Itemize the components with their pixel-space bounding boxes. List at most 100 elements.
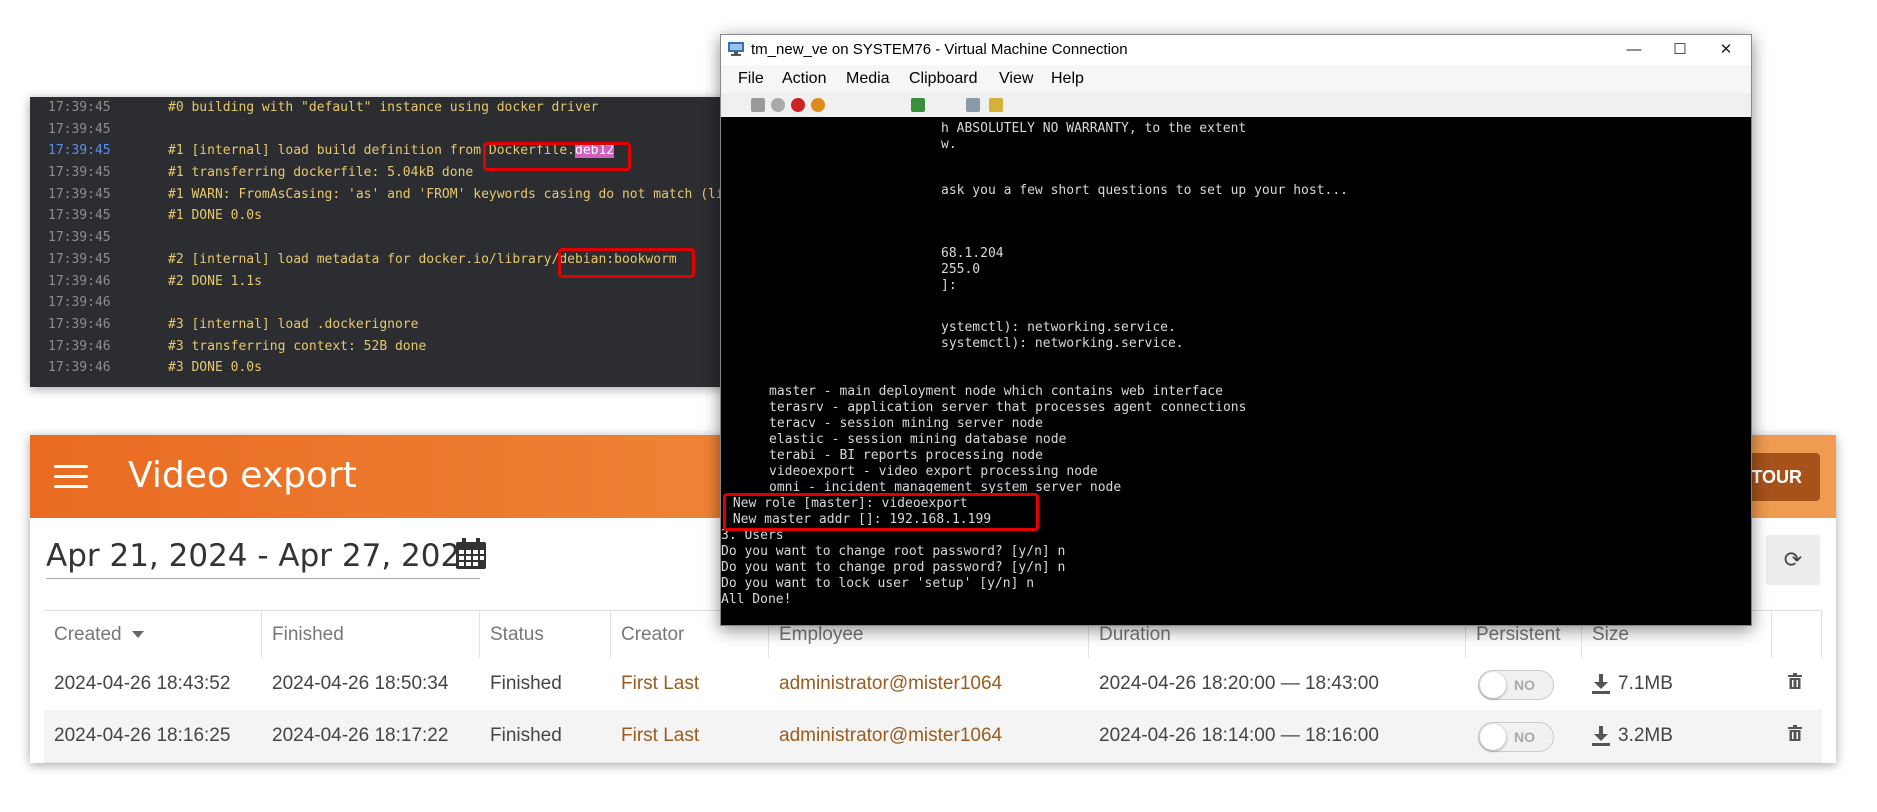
menu-file[interactable]: File <box>738 70 764 88</box>
menu-bar: File Action Media Clipboard View Help <box>721 65 1751 93</box>
minimize-button[interactable]: — <box>1611 35 1657 65</box>
creator-link[interactable]: First Last <box>611 658 769 710</box>
refresh-icon: ⟳ <box>1783 547 1803 572</box>
window-titlebar[interactable]: tm_new_ve on SYSTEM76 - Virtual Machine … <box>721 35 1751 65</box>
video-export-table: Created Finished Status Creator Employee… <box>44 610 1822 763</box>
cell-actions <box>1772 658 1822 710</box>
close-button[interactable]: ✕ <box>1703 35 1749 65</box>
sort-desc-icon <box>131 631 144 639</box>
date-range-picker[interactable]: Apr 21, 2024 - Apr 27, 2024 <box>46 538 480 579</box>
persistent-toggle[interactable]: NO <box>1478 722 1554 752</box>
log-message: #1 DONE 0.0s <box>168 208 262 224</box>
terminal-line: Do you want to lock user 'setup' [y/n] n <box>721 576 1035 591</box>
column-created[interactable]: Created <box>44 611 262 658</box>
trash-icon[interactable] <box>1788 725 1802 741</box>
enhanced-session-icon[interactable] <box>966 98 980 112</box>
menu-action[interactable]: Action <box>782 70 826 88</box>
log-message: #3 transferring context: 52B done <box>168 338 427 354</box>
log-timestamp: 17:39:45 <box>48 251 111 267</box>
column-actions <box>1772 611 1822 658</box>
menu-media[interactable]: Media <box>846 70 890 88</box>
log-timestamp: 17:39:46 <box>48 316 111 332</box>
cell-size[interactable]: 7.1MB <box>1582 658 1772 710</box>
turn-off-icon[interactable] <box>791 98 805 112</box>
log-timestamp: 17:39:45 <box>48 208 111 224</box>
column-status[interactable]: Status <box>480 611 611 658</box>
log-message: #3 [internal] load .dockerignore <box>168 316 419 332</box>
menu-icon[interactable] <box>54 465 88 488</box>
file-size: 7.1MB <box>1618 673 1673 694</box>
terminal-line: ystemctl): networking.service. <box>941 320 1176 335</box>
refresh-button[interactable]: ⟳ <box>1766 535 1820 585</box>
cell-persistent: NO <box>1466 710 1582 762</box>
log-timestamp: 17:39:45 <box>48 230 111 246</box>
column-finished[interactable]: Finished <box>262 611 480 658</box>
log-message: #2 DONE 1.1s <box>168 273 262 289</box>
page-title: Video export <box>128 455 357 496</box>
vm-monitor-icon <box>728 42 744 56</box>
annotation-box-debian-bookworm <box>558 248 695 278</box>
cell-persistent: NO <box>1466 658 1582 710</box>
ctrl-alt-del-icon[interactable] <box>751 98 765 112</box>
terminal-line: w. <box>941 137 957 152</box>
column-label: Created <box>54 624 122 645</box>
terminal-line: All Done! <box>721 592 792 607</box>
cell-duration: 2024-04-26 18:14:00 — 18:16:00 <box>1099 725 1379 746</box>
download-icon[interactable] <box>1592 725 1610 746</box>
cell-size[interactable]: 3.2MB <box>1582 710 1772 762</box>
log-message: #3 DONE 0.0s <box>168 360 262 376</box>
log-timestamp: 17:39:46 <box>48 295 111 311</box>
log-timestamp: 17:39:46 <box>48 360 111 376</box>
terminal-line: h ABSOLUTELY NO WARRANTY, to the extent <box>941 121 1247 136</box>
reset-icon[interactable] <box>911 98 925 112</box>
share-icon[interactable] <box>989 98 1003 112</box>
log-message: #1 transferring dockerfile: 5.04kB done <box>168 165 474 181</box>
log-message: #1 WARN: FromAsCasing: 'as' and 'FROM' k… <box>168 186 763 202</box>
log-timestamp: 17:39:46 <box>48 338 111 354</box>
terminal-line: 255.0 <box>941 262 981 277</box>
download-icon[interactable] <box>1592 673 1610 694</box>
cell-actions <box>1772 710 1822 762</box>
cell-status: Finished <box>490 673 562 694</box>
vm-toolbar <box>721 93 1751 118</box>
window-title: tm_new_ve on SYSTEM76 - Virtual Machine … <box>751 41 1128 58</box>
terminal-line: videoexport - video export processing no… <box>769 464 1098 479</box>
terminal-line: Do you want to change root password? [y/… <box>721 544 1066 559</box>
annotation-box-dockerfile <box>483 142 631 171</box>
file-size: 3.2MB <box>1618 725 1673 746</box>
cell-finished: 2024-04-26 18:17:22 <box>272 725 449 746</box>
terminal-line: teracv - session mining server node <box>769 416 1043 431</box>
toggle-label: NO <box>1514 729 1535 745</box>
cell-created: 2024-04-26 18:16:25 <box>54 725 231 746</box>
table-row[interactable]: 2024-04-26 18:43:52 2024-04-26 18:50:34 … <box>44 658 1822 711</box>
table-row[interactable]: 2024-04-26 18:16:25 2024-04-26 18:17:22 … <box>44 710 1822 763</box>
maximize-button[interactable]: ☐ <box>1657 35 1703 65</box>
persistent-toggle[interactable]: NO <box>1478 670 1554 700</box>
cell-finished: 2024-04-26 18:50:34 <box>272 673 449 694</box>
log-message: #0 building with "default" instance usin… <box>168 100 599 115</box>
start-icon[interactable] <box>771 98 785 112</box>
terminal-line: systemctl): networking.service. <box>941 336 1184 351</box>
vm-terminal[interactable]: h ABSOLUTELY NO WARRANTY, to the extent … <box>721 117 1751 625</box>
terminal-line: master - main deployment node which cont… <box>769 384 1223 399</box>
calendar-icon[interactable] <box>454 537 488 571</box>
log-timestamp: 17:39:45 <box>48 165 111 181</box>
menu-help[interactable]: Help <box>1051 70 1084 88</box>
shutdown-icon[interactable] <box>811 98 825 112</box>
creator-link[interactable]: First Last <box>611 710 769 762</box>
employee-link[interactable]: administrator@mister1064 <box>769 658 1089 710</box>
log-timestamp: 17:39:45 <box>48 186 111 202</box>
cell-duration: 2024-04-26 18:20:00 — 18:43:00 <box>1099 673 1379 694</box>
cell-status: Finished <box>490 725 562 746</box>
menu-clipboard[interactable]: Clipboard <box>909 70 977 88</box>
terminal-line: terabi - BI reports processing node <box>769 448 1043 463</box>
log-timestamp: 17:39:45 <box>48 143 111 159</box>
trash-icon[interactable] <box>1788 673 1802 689</box>
employee-link[interactable]: administrator@mister1064 <box>769 710 1089 762</box>
terminal-line: Do you want to change prod password? [y/… <box>721 560 1066 575</box>
terminal-line: 68.1.204 <box>941 246 1004 261</box>
cell-created: 2024-04-26 18:43:52 <box>54 673 231 694</box>
log-timestamp: 17:39:45 <box>48 100 111 115</box>
terminal-line: ]: <box>941 278 957 293</box>
menu-view[interactable]: View <box>999 70 1033 88</box>
